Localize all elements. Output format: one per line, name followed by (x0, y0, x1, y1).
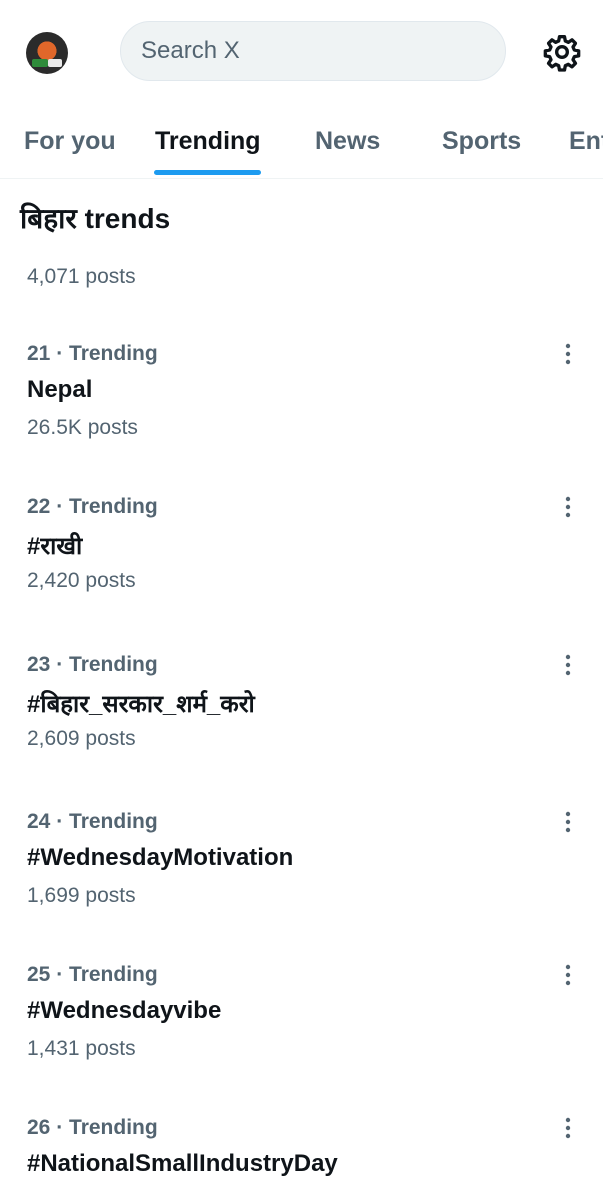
more-vertical-icon[interactable] (556, 493, 580, 521)
trend-name: #राखी (27, 533, 83, 560)
trend-meta: 26 · Trending (27, 1116, 158, 1139)
trend-meta: 24 · Trending (27, 810, 158, 833)
tab-news[interactable]: News (315, 104, 380, 178)
section-post-count: 4,071 posts (27, 265, 136, 288)
trend-name: #बिहार_सरकार_शर्म_करो (27, 691, 255, 718)
trend-post-count: 2,420 posts (27, 569, 136, 592)
trend-name: Nepal (27, 376, 93, 403)
trend-item[interactable]: 22 · Trending #राखी 2,420 posts (0, 495, 603, 645)
avatar-flag-green (32, 59, 48, 67)
trend-post-count: 26.5K posts (27, 416, 138, 439)
trend-meta: 21 · Trending (27, 342, 158, 365)
tab-entertainment[interactable]: Ent (569, 104, 603, 178)
more-vertical-icon[interactable] (556, 340, 580, 368)
trend-name: #WednesdayMotivation (27, 844, 294, 871)
tab-for-you[interactable]: For you (24, 104, 116, 178)
more-vertical-icon[interactable] (556, 961, 580, 989)
trend-meta: 22 · Trending (27, 495, 158, 518)
trend-meta: 23 · Trending (27, 653, 158, 676)
trend-name: #Wednesdayvibe (27, 997, 222, 1024)
trend-post-count: 1,431 posts (27, 1037, 136, 1060)
trend-item[interactable]: 21 · Trending Nepal 26.5K posts (0, 342, 603, 492)
trend-item[interactable]: 23 · Trending #बिहार_सरकार_शर्म_करो 2,60… (0, 653, 603, 803)
tab-trending[interactable]: Trending (155, 104, 261, 178)
profile-avatar[interactable] (26, 32, 68, 74)
more-vertical-icon[interactable] (556, 808, 580, 836)
more-vertical-icon[interactable] (556, 1114, 580, 1142)
trend-item[interactable]: 25 · Trending #Wednesdayvibe 1,431 posts (0, 963, 603, 1113)
tab-sports[interactable]: Sports (442, 104, 521, 178)
trend-name: #NationalSmallIndustryDay (27, 1150, 338, 1177)
trend-post-count: 1,699 posts (27, 884, 136, 907)
active-tab-indicator (154, 170, 261, 175)
gear-icon[interactable] (542, 32, 582, 72)
trend-post-count: 2,609 posts (27, 727, 136, 750)
top-bar: Search X (0, 0, 603, 104)
trend-meta: 25 · Trending (27, 963, 158, 986)
search-input[interactable]: Search X (120, 21, 506, 81)
more-vertical-icon[interactable] (556, 651, 580, 679)
page-title: बिहार trends (20, 203, 171, 234)
search-placeholder: Search X (141, 37, 240, 64)
trend-item[interactable]: 24 · Trending #WednesdayMotivation 1,699… (0, 810, 603, 960)
trend-item[interactable]: 26 · Trending #NationalSmallIndustryDay (0, 1116, 603, 1200)
avatar-flag-white (48, 59, 62, 67)
tab-bar: For you Trending News Sports Ent (0, 104, 603, 179)
